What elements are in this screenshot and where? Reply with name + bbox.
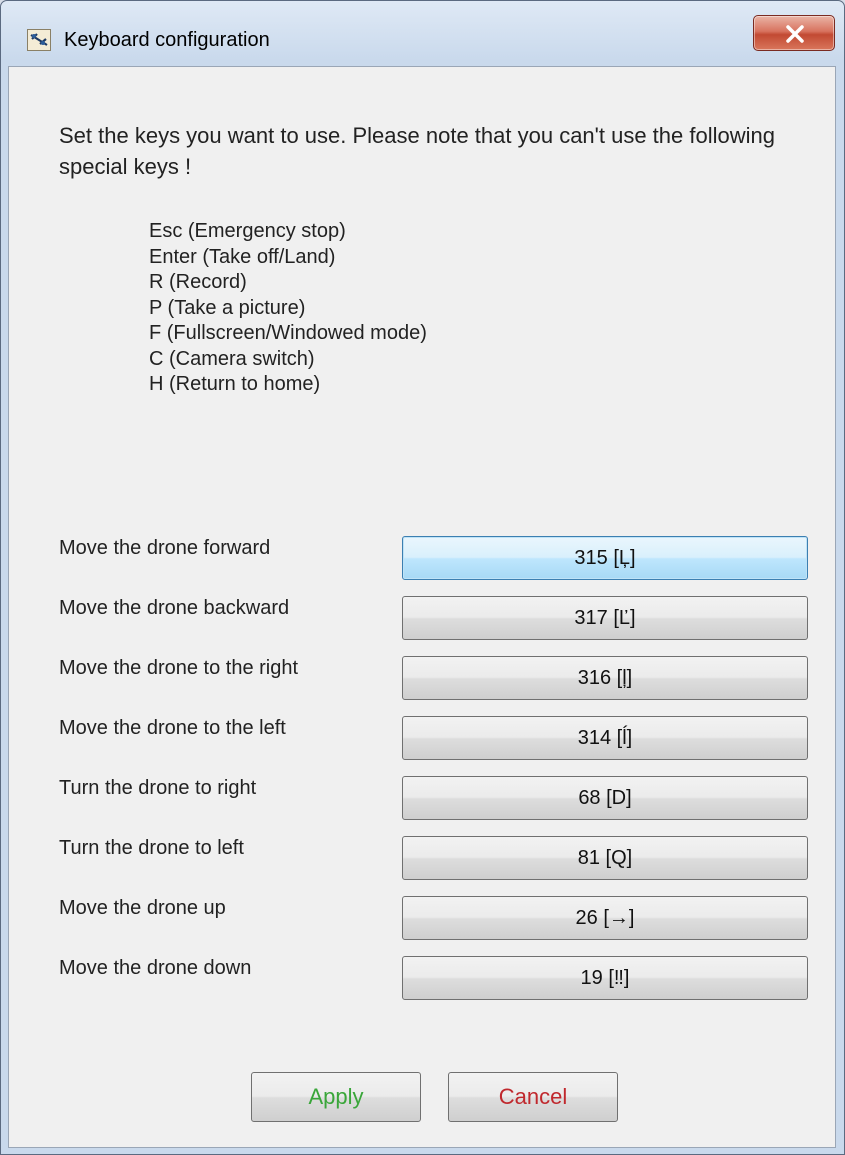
special-key-item: H (Return to home) — [149, 373, 321, 395]
special-key-item: R (Record) — [149, 271, 247, 293]
dialog-client-area: Set the keys you want to use. Please not… — [8, 66, 836, 1148]
intro-text: Set the keys you want to use. Please not… — [59, 123, 775, 179]
key-button-turn-right[interactable]: 68 [D] — [402, 776, 808, 820]
apply-button[interactable]: Apply — [251, 1072, 421, 1122]
key-button-left[interactable]: 314 [ĺ] — [402, 716, 808, 760]
binding-label-turn-right: Turn the drone to right — [59, 777, 257, 799]
key-button-backward[interactable]: 317 [Ľ] — [402, 596, 808, 640]
key-button-right[interactable]: 316 [ļ] — [402, 656, 808, 700]
key-button-down[interactable]: 19 [‼] — [402, 956, 808, 1000]
title-bar[interactable]: Keyboard configuration — [1, 1, 844, 66]
binding-label-down: Move the drone down — [59, 957, 252, 979]
drone-app-icon — [27, 29, 51, 51]
binding-label-backward: Move the drone backward — [59, 597, 290, 619]
window-title: Keyboard configuration — [64, 29, 270, 51]
binding-label-right: Move the drone to the right — [59, 657, 299, 679]
keyboard-configuration-dialog: Keyboard configuration Set the keys you … — [0, 0, 845, 1155]
close-button[interactable] — [753, 15, 835, 51]
special-key-item: F (Fullscreen/Windowed mode) — [149, 322, 427, 344]
close-x-icon — [786, 25, 804, 43]
key-button-forward[interactable]: 315 [Ļ] — [402, 536, 808, 580]
binding-label-up: Move the drone up — [59, 897, 226, 919]
special-key-item: C (Camera switch) — [149, 347, 315, 370]
special-key-item: Enter (Take off/Land) — [149, 245, 336, 268]
cancel-button[interactable]: Cancel — [448, 1072, 618, 1122]
binding-label-turn-left: Turn the drone to left — [59, 837, 244, 859]
binding-label-left: Move the drone to the left — [59, 717, 286, 739]
special-key-item: P (Take a picture) — [149, 296, 306, 319]
key-button-up[interactable]: 26 [→] — [402, 896, 808, 940]
special-key-item: Esc (Emergency stop) — [149, 220, 346, 242]
special-keys-list: Esc (Emergency stop) Enter (Take off/Lan… — [149, 219, 427, 398]
key-button-turn-left[interactable]: 81 [Q] — [402, 836, 808, 880]
binding-label-forward: Move the drone forward — [59, 537, 271, 559]
